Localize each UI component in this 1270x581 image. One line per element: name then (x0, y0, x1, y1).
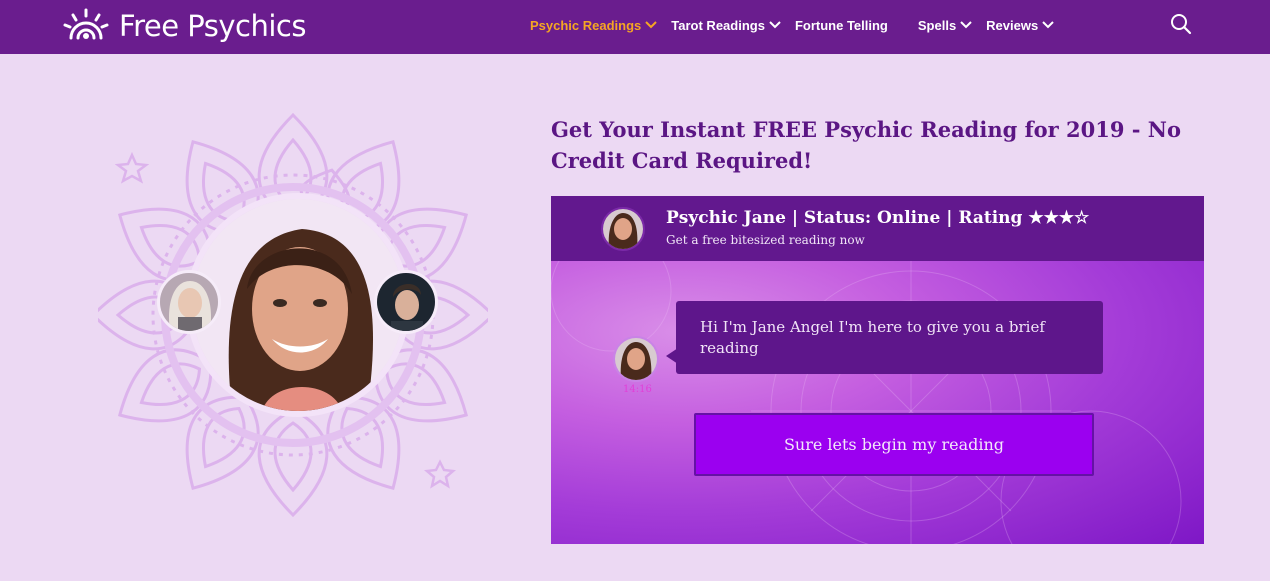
message-sender-avatar (613, 336, 659, 382)
chevron-down-icon (769, 21, 781, 29)
chat-header: Psychic Jane | Status: Online | Rating ★… (551, 196, 1204, 261)
nav-item-label: Psychic Readings (530, 17, 642, 33)
chevron-down-icon (1042, 21, 1054, 29)
chat-widget: Psychic Jane | Status: Online | Rating ★… (551, 196, 1204, 544)
nav-item-label: Spells (917, 17, 957, 33)
search-icon[interactable] (1170, 13, 1192, 35)
psychic-thumbnail-left (157, 270, 221, 334)
nav-item-fortune-telling[interactable]: Fortune Telling (795, 18, 888, 33)
page-headline: Get Your Instant FREE Psychic Reading fo… (551, 117, 1181, 173)
nav-item-spells[interactable]: Spells (918, 18, 972, 33)
sunrise-eye-logo-icon (63, 8, 109, 40)
psychic-portrait-image (160, 273, 218, 331)
psychic-portrait-image (603, 209, 643, 249)
nav-item-reviews[interactable]: Reviews (986, 18, 1054, 33)
brand-logo-link[interactable]: Free Psychics (63, 6, 306, 46)
begin-reading-button[interactable]: Sure lets begin my reading (694, 413, 1094, 476)
psychic-portrait-image (377, 273, 435, 331)
nav-item-label: Fortune Telling (794, 17, 888, 33)
chat-header-title: Psychic Jane | Status: Online | Rating ★… (666, 208, 1090, 228)
nav-item-label: Tarot Readings (671, 17, 765, 33)
chat-header-subtitle: Get a free bitesized reading now (666, 233, 865, 247)
psychic-portrait-image (192, 199, 404, 411)
main-menu: Psychic Readings Tarot Readings Fortune … (530, 0, 1068, 50)
brand-name: Free Psychics (119, 9, 306, 43)
chevron-down-icon (645, 21, 657, 29)
chat-header-avatar (601, 207, 645, 251)
chat-message-bubble: Hi I'm Jane Angel I'm here to give you a… (676, 301, 1103, 374)
nav-item-psychic-readings[interactable]: Psychic Readings (530, 18, 657, 33)
psychic-portrait-image (615, 338, 657, 380)
nav-item-tarot-readings[interactable]: Tarot Readings (671, 18, 781, 33)
psychic-thumbnail-right (374, 270, 438, 334)
message-timestamp: 14:16 (623, 384, 652, 395)
chevron-down-icon (960, 21, 972, 29)
nav-item-label: Reviews (986, 17, 1039, 33)
chat-conversation-area: 14:16 Hi I'm Jane Angel I'm here to give… (551, 261, 1204, 544)
top-navigation-bar: Free Psychics Psychic Readings Tarot Rea… (0, 0, 1270, 54)
